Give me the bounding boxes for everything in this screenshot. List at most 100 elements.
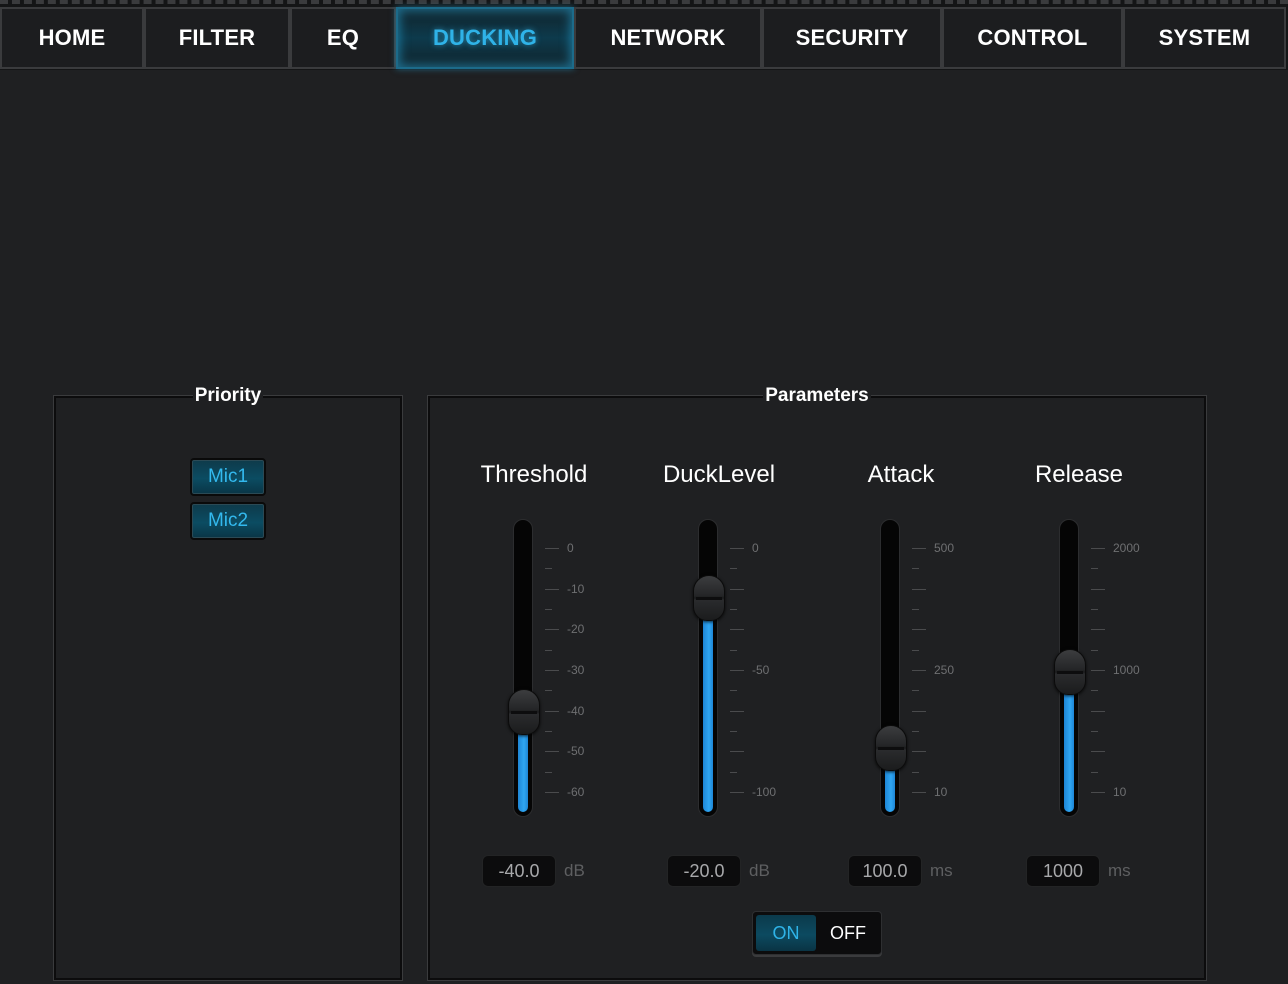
scale-label: -10 xyxy=(567,581,585,596)
ducklevel-unit: dB xyxy=(749,861,770,880)
scale-tick xyxy=(730,649,737,651)
scale-tick xyxy=(912,588,926,590)
scale-tick xyxy=(730,548,744,549)
scale-tick xyxy=(912,609,919,610)
attack-slider-thumb[interactable] xyxy=(875,725,907,772)
scale-label: 2000 xyxy=(1113,541,1140,555)
release-slider[interactable] xyxy=(1054,519,1086,817)
scale-tick xyxy=(730,629,744,631)
tab-home[interactable]: HOME xyxy=(0,7,144,69)
scale-tick xyxy=(1091,690,1098,692)
scale-tick xyxy=(912,670,926,671)
scale-label: 0 xyxy=(752,541,759,555)
scale-tick xyxy=(545,649,552,651)
toggle-off-button[interactable]: OFF xyxy=(817,915,879,951)
parameters-group-title: Parameters xyxy=(763,385,871,406)
scale-label: 1000 xyxy=(1113,663,1140,677)
scale-tick xyxy=(912,731,919,732)
scale-tick xyxy=(545,771,552,773)
scale-tick xyxy=(545,731,552,732)
release-value-field[interactable]: 1000 xyxy=(1026,855,1100,887)
scale-label: -50 xyxy=(752,663,770,677)
scale-label: 10 xyxy=(1113,785,1127,799)
scale-label: -20 xyxy=(567,622,585,637)
scale-tick xyxy=(730,731,737,732)
scale-tick xyxy=(545,670,559,671)
scale-tick xyxy=(912,690,919,692)
scale-tick xyxy=(1091,548,1105,549)
scale-tick xyxy=(912,751,926,753)
scale-tick xyxy=(912,792,926,793)
ducking-on-off-toggle[interactable]: ON OFF xyxy=(752,911,882,955)
scale-tick xyxy=(545,609,552,610)
tab-network[interactable]: NETWORK xyxy=(574,7,762,69)
threshold-slider[interactable] xyxy=(508,519,540,817)
top-nav-bar: HOME FILTER EQ DUCKING NETWORK SECURITY … xyxy=(0,0,1288,70)
scale-tick xyxy=(1091,731,1098,732)
scale-tick xyxy=(912,649,919,651)
scale-tick xyxy=(1091,771,1098,773)
scale-tick xyxy=(1091,568,1098,570)
scale-label: -30 xyxy=(567,663,585,677)
scale-label: 500 xyxy=(934,541,955,555)
scale-tick xyxy=(912,568,919,570)
scale-tick xyxy=(545,568,552,570)
scale-tick xyxy=(730,751,744,753)
tab-control[interactable]: CONTROL xyxy=(942,7,1123,69)
tab-security[interactable]: SECURITY xyxy=(762,7,942,69)
attack-unit: ms xyxy=(930,861,953,880)
scale-tick xyxy=(1091,751,1105,753)
ducklevel-slider-fill xyxy=(703,595,713,812)
scale-tick xyxy=(545,588,559,590)
scale-tick xyxy=(730,771,737,773)
scale-tick xyxy=(730,670,744,671)
threshold-title: Threshold xyxy=(480,461,588,488)
release-unit: ms xyxy=(1108,861,1131,880)
tab-system[interactable]: SYSTEM xyxy=(1123,7,1286,69)
scale-tick xyxy=(730,792,744,793)
ducklevel-value-field[interactable]: -20.0 xyxy=(667,855,741,887)
priority-group-title: Priority xyxy=(192,385,264,406)
scale-tick xyxy=(730,588,744,590)
attack-value-field[interactable]: 100.0 xyxy=(848,855,922,887)
scale-tick xyxy=(912,771,919,773)
scale-tick xyxy=(545,751,559,753)
ducklevel-slider[interactable] xyxy=(693,519,725,817)
scale-tick xyxy=(545,792,559,793)
scale-label: -50 xyxy=(567,744,585,759)
scale-tick xyxy=(912,548,926,549)
scale-label: 10 xyxy=(934,785,948,799)
ducklevel-slider-thumb[interactable] xyxy=(693,574,725,621)
toggle-on-button[interactable]: ON xyxy=(756,915,816,951)
scale-tick xyxy=(545,690,552,692)
scale-tick xyxy=(912,710,926,712)
scale-tick xyxy=(1091,670,1105,671)
release-title: Release xyxy=(1034,461,1124,488)
scale-tick xyxy=(1091,629,1105,631)
scale-label: 250 xyxy=(934,663,955,677)
scale-tick xyxy=(545,710,559,712)
threshold-slider-thumb[interactable] xyxy=(508,688,540,735)
tab-eq[interactable]: EQ xyxy=(290,7,396,69)
scale-label: 0 xyxy=(567,541,574,555)
scale-tick xyxy=(912,629,926,631)
scale-tick xyxy=(730,609,737,610)
scale-tick xyxy=(730,568,737,570)
release-slider-thumb[interactable] xyxy=(1054,648,1086,695)
priority-mic1-button[interactable]: Mic1 xyxy=(190,458,266,496)
scale-tick xyxy=(730,690,737,692)
scale-tick xyxy=(545,629,559,631)
attack-title: Attack xyxy=(867,461,935,488)
scale-tick xyxy=(1091,649,1098,651)
scale-label: -60 xyxy=(567,785,585,799)
scale-label: -100 xyxy=(752,785,777,799)
scale-tick xyxy=(545,548,559,549)
priority-group: Priority Mic1 Mic2 xyxy=(54,385,402,980)
attack-slider[interactable] xyxy=(875,519,907,817)
priority-mic2-button[interactable]: Mic2 xyxy=(190,502,266,540)
threshold-value-field[interactable]: -40.0 xyxy=(482,855,556,887)
scale-label: -40 xyxy=(567,703,585,718)
tab-filter[interactable]: FILTER xyxy=(144,7,290,69)
scale-tick xyxy=(1091,792,1105,793)
tab-ducking[interactable]: DUCKING xyxy=(396,7,574,69)
